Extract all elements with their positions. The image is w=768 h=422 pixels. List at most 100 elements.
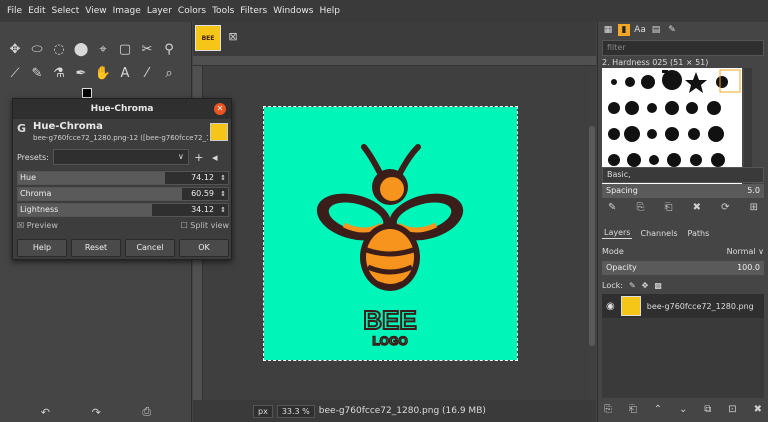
paths-icon[interactable]: ✋ <box>92 62 114 84</box>
duplicate-brush-icon[interactable]: ⎗ <box>665 202 673 213</box>
brush-preset-selector[interactable]: Basic, <box>602 167 764 183</box>
brush-actions: ✎ ⎘ ⎗ ✖ ⟳ ⊞ <box>608 202 758 213</box>
clone-icon[interactable]: ⚗ <box>48 62 70 84</box>
unit-selector[interactable]: px <box>253 404 273 418</box>
menu-view[interactable]: View <box>82 6 109 16</box>
smudge-icon[interactable]: ✒ <box>70 62 92 84</box>
paintbrush-icon[interactable]: ⟋ <box>4 62 26 84</box>
document-tab-icon[interactable]: ▤ <box>650 24 662 36</box>
duplicate-layer-icon[interactable]: ⧉ <box>704 404 711 415</box>
new-layer-icon[interactable]: ⎘ <box>604 404 612 415</box>
delete-layer-icon[interactable]: ✖ <box>754 404 762 415</box>
hue-slider[interactable]: Hue 74.12 ⇕ <box>17 171 229 185</box>
brush-filter-input[interactable]: filter <box>602 40 764 56</box>
lock-pixels-icon[interactable]: ✎ <box>629 281 636 290</box>
layer-row[interactable]: ◉ bee-g760fcce72_1280.png <box>602 294 764 318</box>
foreground-color-swatch[interactable] <box>82 88 92 98</box>
bee-logo-illustration: BEE LOGO <box>316 144 464 349</box>
crop-icon[interactable]: ⌖ <box>92 38 114 60</box>
lock-position-icon[interactable]: ✥ <box>642 281 649 290</box>
slider-value: 74.12 <box>191 173 214 182</box>
fonts-tab-icon[interactable]: Aa <box>634 24 646 36</box>
tab-layers[interactable]: Layers <box>602 227 633 239</box>
menu-colors[interactable]: Colors <box>175 6 209 16</box>
move-tool-icon[interactable]: ✥ <box>4 38 26 60</box>
tab-channels[interactable]: Channels <box>638 228 679 239</box>
image-canvas[interactable]: BEE LOGO <box>263 106 518 361</box>
dialog-close-icon[interactable]: ✕ <box>214 103 226 115</box>
presets-dropdown[interactable]: ∨ <box>52 149 189 165</box>
split-view-checkbox[interactable]: ☐ Split view <box>181 221 229 233</box>
menu-filters[interactable]: Filters <box>237 6 270 16</box>
menu-select[interactable]: Select <box>49 6 83 16</box>
menu-bar: File Edit Select View Image Layer Colors… <box>0 0 768 22</box>
print-icon[interactable]: ⎙ <box>142 405 151 419</box>
preview-label: Preview <box>26 221 58 230</box>
new-layer-group-icon[interactable]: ⎗ <box>629 404 637 415</box>
menu-image[interactable]: Image <box>110 6 144 16</box>
patterns-tab-icon[interactable]: ▮ <box>618 24 630 36</box>
new-brush-icon[interactable]: ⎘ <box>636 202 644 213</box>
lock-alpha-icon[interactable]: ▩ <box>654 281 662 290</box>
eraser-icon[interactable]: ✎ <box>26 62 48 84</box>
spin-arrows-icon[interactable]: ⇕ <box>220 188 226 200</box>
tab-paths[interactable]: Paths <box>686 228 712 239</box>
ok-button[interactable]: OK <box>179 239 229 257</box>
menu-file[interactable]: File <box>4 6 25 16</box>
menu-windows[interactable]: Windows <box>270 6 316 16</box>
cancel-button[interactable]: Cancel <box>125 239 175 257</box>
mode-selector[interactable]: Normal ∨ <box>727 247 764 256</box>
zoom-icon[interactable]: ⌕ <box>158 62 180 84</box>
reset-button[interactable]: Reset <box>71 239 121 257</box>
close-tab-icon[interactable]: ⊠ <box>227 31 239 43</box>
spacing-label: Spacing <box>606 186 638 195</box>
preview-checkbox[interactable]: ☒ Preview <box>17 221 58 233</box>
ellipse-select-icon[interactable]: ⬭ <box>26 38 48 60</box>
horizontal-ruler <box>193 56 596 66</box>
help-button[interactable]: Help <box>17 239 67 257</box>
image-tab-thumbnail[interactable]: BEE <box>195 25 221 51</box>
redo-icon[interactable]: ↷ <box>92 406 101 419</box>
menu-edit[interactable]: Edit <box>25 6 48 16</box>
canvas-vertical-scrollbar[interactable] <box>588 66 596 400</box>
brush-as-image-icon[interactable]: ⊞ <box>750 202 758 213</box>
measure-icon[interactable]: ⚲ <box>158 38 180 60</box>
refresh-brushes-icon[interactable]: ⟳ <box>721 202 729 213</box>
scrollbar-thumb[interactable] <box>589 126 595 346</box>
opacity-slider[interactable]: Opacity 100.0 <box>602 261 764 275</box>
edit-tab-icon[interactable]: ✎ <box>666 24 678 36</box>
unified-transform-icon[interactable]: ▢ <box>114 38 136 60</box>
anchor-layer-icon[interactable]: ⊡ <box>728 404 736 415</box>
undo-icon[interactable]: ↶ <box>41 406 50 419</box>
presets-menu-icon[interactable]: ◂ <box>209 151 221 164</box>
visibility-eye-icon[interactable]: ◉ <box>606 301 615 312</box>
menu-help[interactable]: Help <box>316 6 343 16</box>
edit-brush-icon[interactable]: ✎ <box>608 202 616 213</box>
spin-arrows-icon[interactable]: ⇕ <box>220 204 226 216</box>
spacing-slider[interactable]: Spacing 5.0 <box>602 184 764 198</box>
lower-layer-icon[interactable]: ⌄ <box>679 404 687 415</box>
brushes-tab-icon[interactable]: ▦ <box>602 24 614 36</box>
dialog-image-thumbnail <box>210 123 228 141</box>
tool-row-2: ⟋ ✎ ⚗ ✒ ✋ A ⁄ ⌕ <box>4 62 180 84</box>
color-picker-icon[interactable]: ⁄ <box>136 62 158 84</box>
spin-arrows-icon[interactable]: ⇕ <box>220 172 226 184</box>
lightness-slider[interactable]: Lightness 34.12 ⇕ <box>17 203 229 217</box>
raise-layer-icon[interactable]: ⌃ <box>654 404 662 415</box>
add-preset-icon[interactable]: + <box>193 151 205 164</box>
menu-layer[interactable]: Layer <box>144 6 175 16</box>
preview-row: ☒ Preview ☐ Split view <box>17 221 229 233</box>
chroma-slider[interactable]: Chroma 60.59 ⇕ <box>17 187 229 201</box>
warp-icon[interactable]: ✂ <box>136 38 158 60</box>
lasso-icon[interactable]: ◌ <box>48 38 70 60</box>
layer-list: ◉ bee-g760fcce72_1280.png <box>602 294 764 398</box>
delete-brush-icon[interactable]: ✖ <box>693 202 701 213</box>
fuzzy-select-icon[interactable]: ⬤ <box>70 38 92 60</box>
zoom-selector[interactable]: 33.3 % <box>276 404 315 418</box>
spacing-value: 5.0 <box>747 186 760 195</box>
layer-actions: ⎘ ⎗ ⌃ ⌄ ⧉ ⊡ ✖ <box>604 404 762 415</box>
menu-tools[interactable]: Tools <box>209 6 237 16</box>
text-tool-icon[interactable]: A <box>114 62 136 84</box>
dialog-titlebar[interactable]: Hue-Chroma <box>13 99 231 119</box>
mode-label: Mode <box>602 246 624 256</box>
